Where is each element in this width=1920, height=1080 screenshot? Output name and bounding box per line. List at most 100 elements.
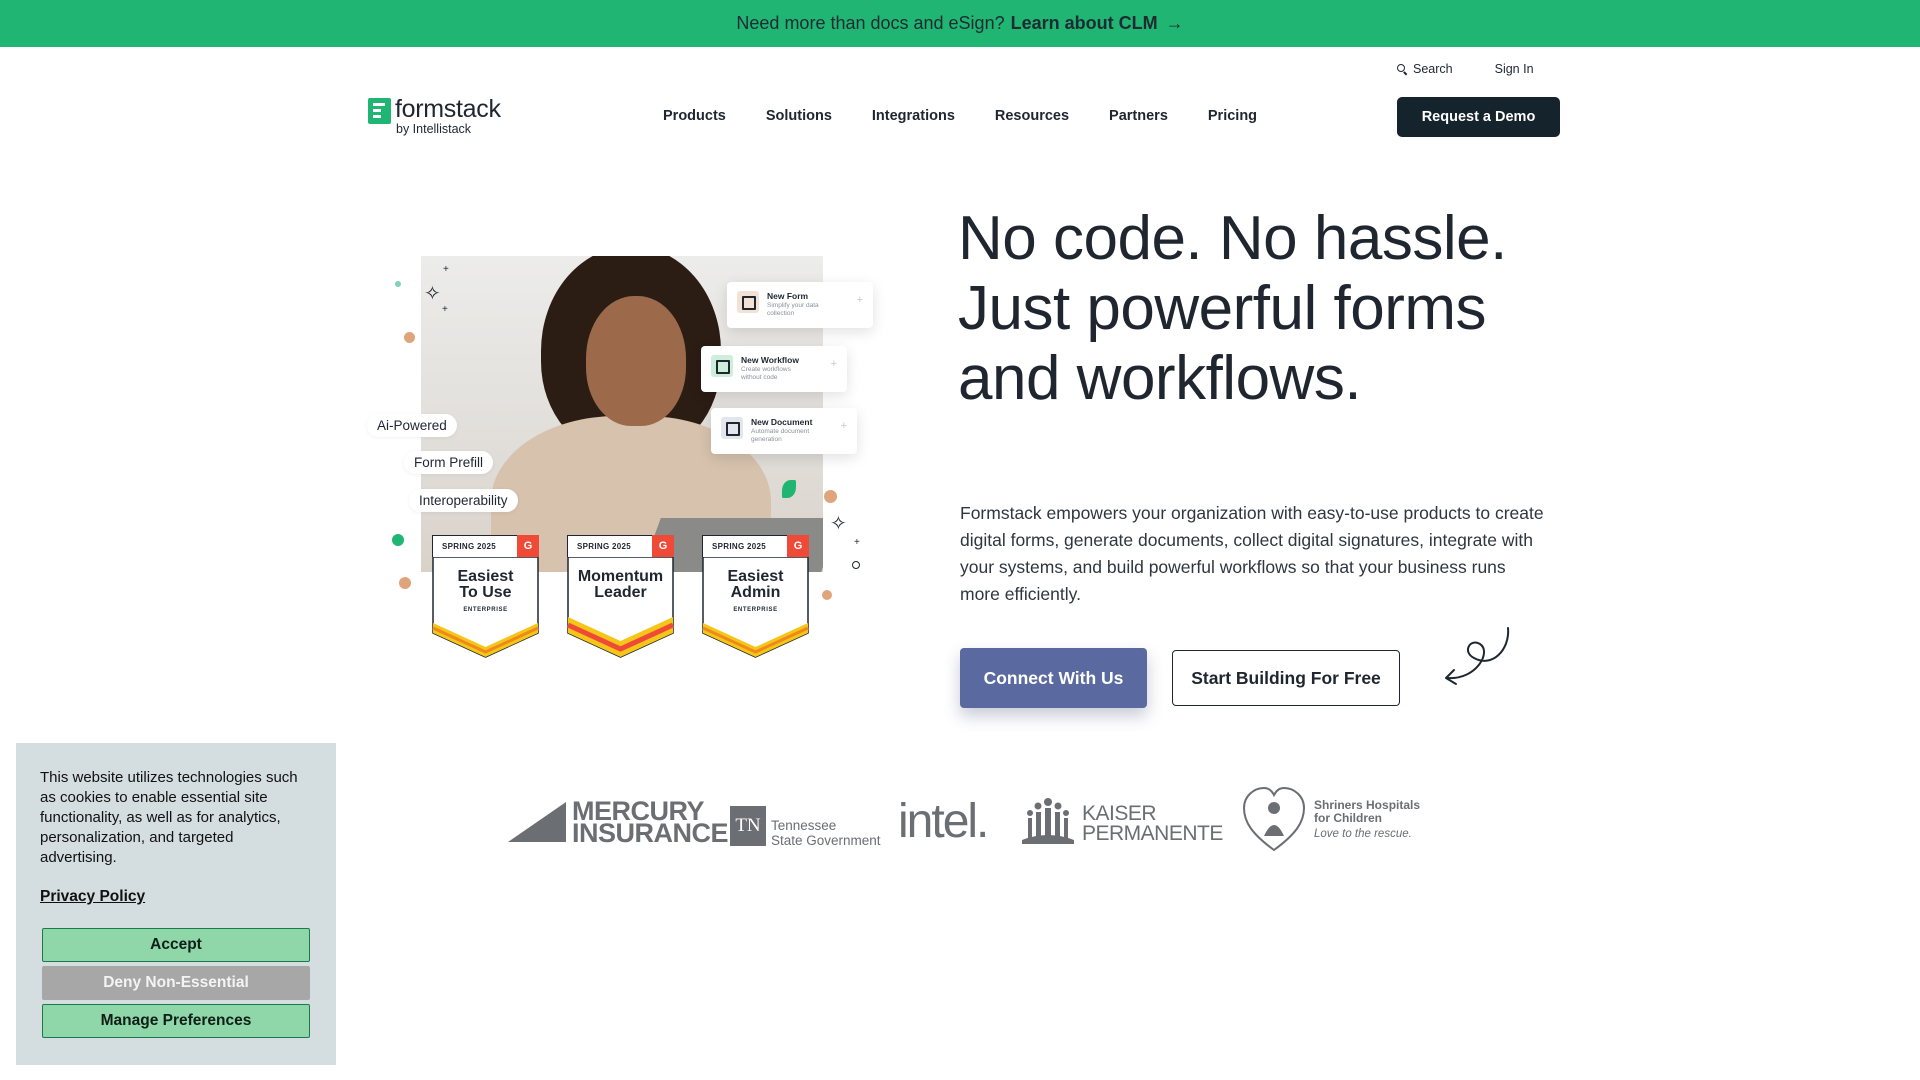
logo-text-line: State Government [771,833,881,848]
g2-badge-easiest-to-use: SPRING 2025 G Easiest To Use ENTERPRISE [432,535,539,658]
learn-clm-link[interactable]: Learn about CLM → [1011,13,1184,34]
plus-sparkle-icon: + [442,304,448,315]
nav-item-integrations[interactable]: Integrations [872,108,955,124]
kaiser-permanente-logo: KAISER PERMANENTE [1022,796,1223,844]
badge-label-line: Admin [730,584,781,601]
form-icon [737,291,759,313]
hero-title-line: Just powerful forms [958,274,1487,343]
decor-dot [395,281,401,287]
mercury-logo-icon [508,802,566,842]
hero-description: Formstack empowers your organization wit… [960,503,1544,604]
g2-icon: G [787,535,809,557]
g2-icon: G [652,535,674,557]
formstack-logo[interactable]: formstack by Intellistack [368,96,501,136]
privacy-policy-link[interactable]: Privacy Policy [40,888,145,906]
g2-badge-easiest-admin: SPRING 2025 G Easiest Admin ENTERPRISE [702,535,809,658]
deny-non-essential-button[interactable]: Deny Non-Essential [42,966,310,1000]
learn-clm-label: Learn about CLM [1010,13,1158,33]
g2-badge-momentum-leader: SPRING 2025 G Momentum Leader [567,535,674,658]
workflow-icon [711,355,733,377]
decor-ring [852,561,860,569]
search-icon [1396,63,1408,75]
accept-cookies-button[interactable]: Accept [42,928,310,962]
plus-sparkle-icon: + [443,264,449,275]
shriners-heart-icon [1242,786,1306,852]
plus-icon: + [830,358,837,370]
utility-nav: Search Sign In [1396,62,1534,76]
decor-dot [824,490,837,503]
photo-face [586,296,686,426]
connect-with-us-button[interactable]: Connect With Us [960,648,1147,708]
decor-dot [392,534,404,546]
nav-item-pricing[interactable]: Pricing [1208,108,1257,124]
card-subtitle: Automate document generation [751,428,810,443]
logo-text-line: Tennessee [771,818,837,833]
plus-icon: + [840,420,847,432]
cookie-banner: This website utilizes technologies such … [16,743,336,1065]
search-link[interactable]: Search [1396,62,1453,76]
logo-text: formstack by Intellistack [395,96,501,136]
request-demo-button[interactable]: Request a Demo [1397,97,1560,137]
badge-tier: ENTERPRISE [463,607,508,613]
hero-title: No code. No hassle. Just powerful forms … [958,204,1598,414]
decor-dot [399,577,411,589]
plus-sparkle-icon: + [854,537,860,548]
g2-icon: G [517,535,539,557]
mercury-insurance-logo: MERCURY INSURANCE [508,798,729,848]
sign-in-label: Sign In [1494,62,1534,76]
pill-form-prefill: Form Prefill [404,451,494,474]
document-icon [721,417,743,439]
tn-logo-icon: TN [730,806,766,846]
sign-in-link[interactable]: Sign In [1495,62,1534,76]
badge-label-line: Leader [594,584,647,601]
nav-item-products[interactable]: Products [663,108,726,124]
logo-text-line: for Children [1314,811,1382,825]
logo-word: formstack [395,95,501,123]
badge-tier: ENTERPRISE [733,607,778,613]
new-workflow-card: New Workflow Create workflows without co… [701,346,847,392]
main-nav: Products Solutions Integrations Resource… [663,108,1257,124]
nav-item-resources[interactable]: Resources [995,108,1069,124]
badge-label-line: Momentum [577,568,664,585]
announcement-bar: Need more than docs and eSign? Learn abo… [0,0,1920,47]
new-form-card: New Form Simplify your data collection + [727,282,873,328]
card-title: New Workflow [741,355,799,365]
cookie-message: This website utilizes technologies such … [40,769,298,866]
start-building-free-button[interactable]: Start Building For Free [1172,650,1400,706]
badge-label-line: Easiest [457,568,514,585]
card-subtitle: Create workflows without code [741,366,791,381]
intel-logo: intel. [898,795,989,848]
hero-title-line: No code. No hassle. [958,204,1507,273]
logo-text-line: INSURANCE [572,818,729,848]
search-label: Search [1413,62,1453,76]
sparkle-icon: ✧ [424,283,441,305]
badge-label: Easiest Admin [702,569,809,601]
badge-label-line: Easiest [727,568,784,585]
pill-ai-powered: Ai-Powered [367,414,457,437]
formstack-logo-icon [368,98,391,124]
squiggle-arrow-icon [1445,627,1510,685]
decor-dot [822,590,832,600]
new-document-card: New Document Automate document generatio… [711,408,857,454]
decor-dot [404,332,415,343]
plus-icon: + [856,294,863,306]
badge-label: Easiest To Use [432,569,539,601]
hero-title-line: and workflows. [958,344,1362,413]
logo-subtitle: by Intellistack [396,122,472,136]
nav-item-solutions[interactable]: Solutions [766,108,832,124]
badge-label: Momentum Leader [567,569,674,601]
card-title: New Document [751,417,813,427]
nav-item-partners[interactable]: Partners [1109,108,1168,124]
sparkle-icon: ✧ [830,513,847,535]
announcement-text: Need more than docs and eSign? [736,13,1005,33]
arrow-right-icon: → [1165,13,1184,33]
tennessee-logo: TN Tennessee State Government [730,804,881,848]
logo-tagline: Love to the rescue. [1314,828,1412,840]
shriners-logo: Shriners Hospitals for Children Love to … [1242,786,1420,854]
badge-label-line: To Use [459,584,512,601]
kaiser-logo-icon [1022,798,1074,844]
manage-preferences-button[interactable]: Manage Preferences [42,1004,310,1038]
card-title: New Form [767,291,809,301]
card-subtitle: Simplify your data collection [767,302,819,317]
pill-interoperability: Interoperability [409,489,518,512]
